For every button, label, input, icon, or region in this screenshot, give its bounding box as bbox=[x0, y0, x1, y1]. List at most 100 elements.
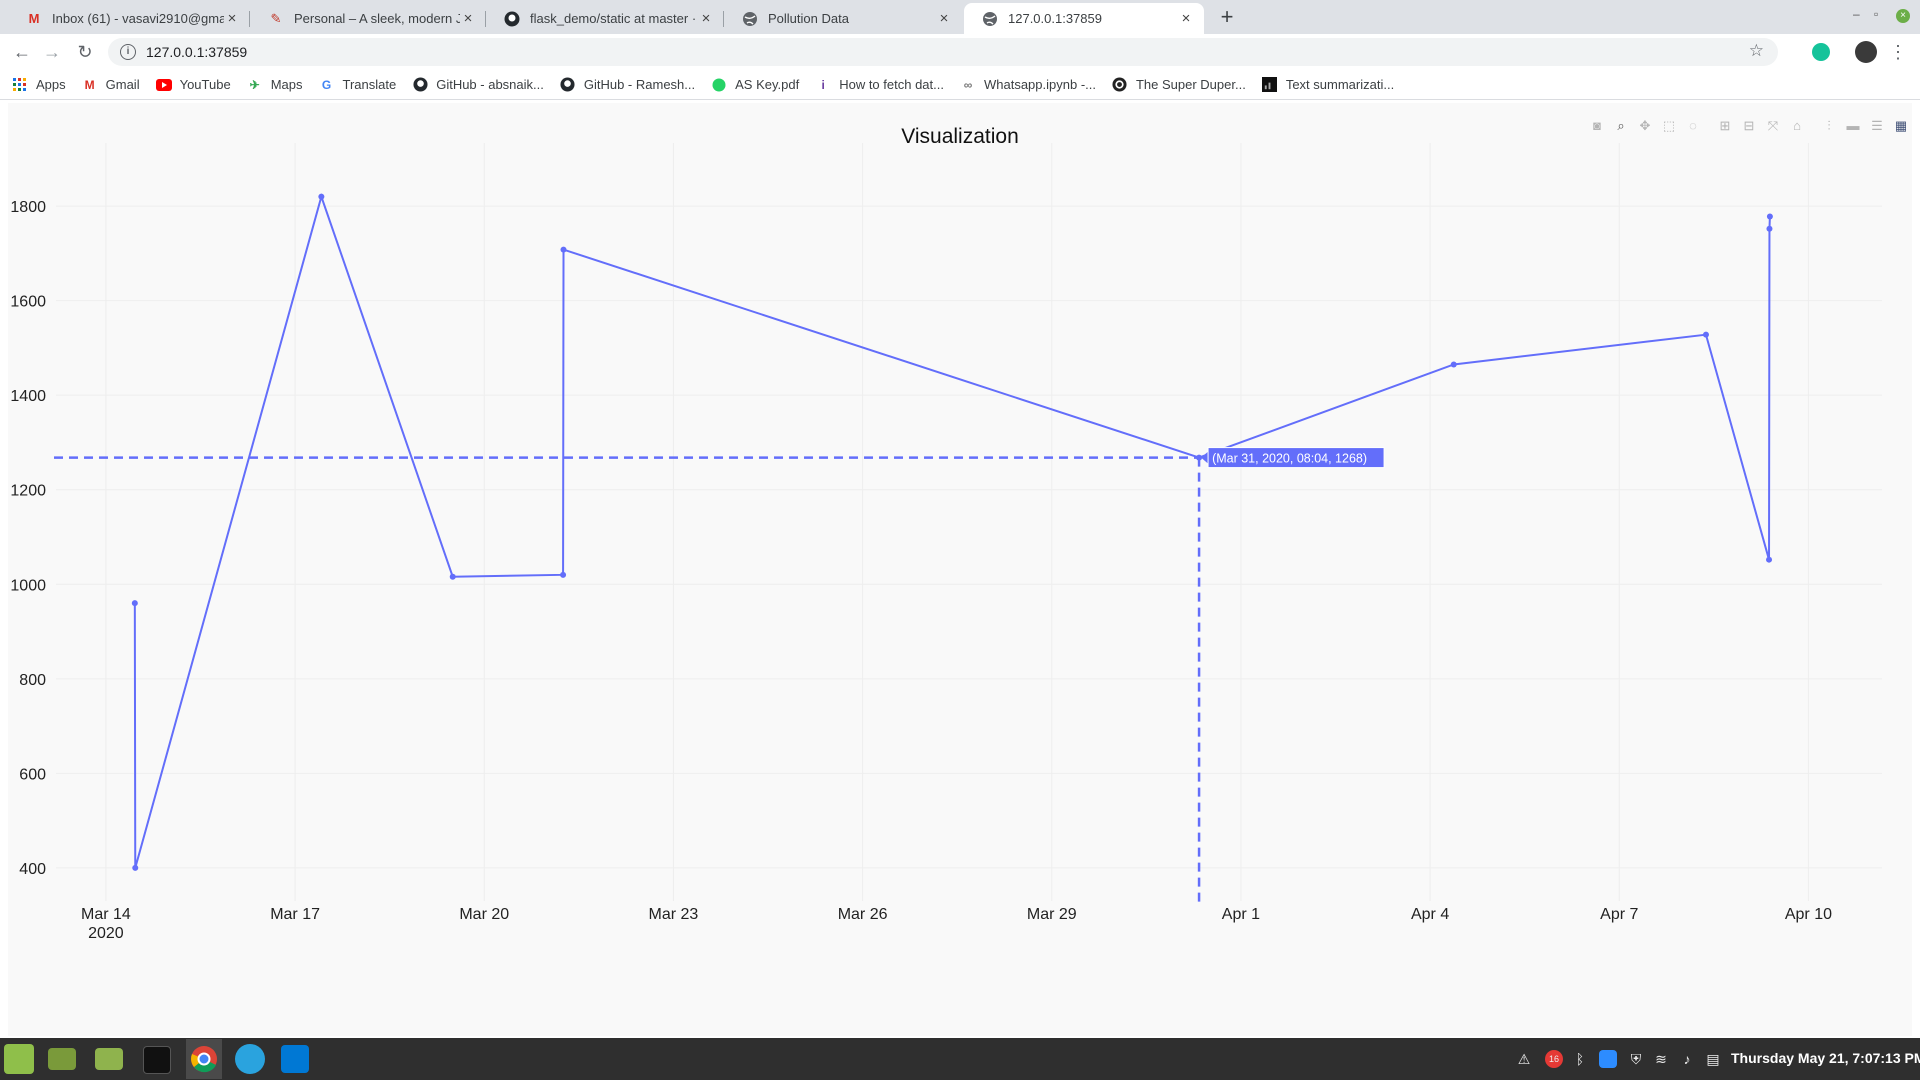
plotly-chart[interactable]: Visualization ◙ ⌕ ✥ ⬚ ◌ ⊞ ⊟ ⤧ ⌂ ⫶ ▬ ☰ ▦ 400 600 800 100… bbox=[8, 103, 1912, 1036]
bookmark-label: GitHub - absnaik... bbox=[436, 77, 544, 92]
restore-icon[interactable]: ▫ bbox=[1874, 7, 1878, 21]
bookmark-youtube[interactable]: YouTube bbox=[155, 77, 231, 93]
address-text[interactable]: 127.0.0.1:37859 bbox=[146, 44, 247, 60]
shield-icon[interactable]: ⛨ bbox=[1627, 1050, 1645, 1068]
warning-icon[interactable]: ⚠ bbox=[1515, 1050, 1533, 1068]
tab-title: Inbox (61) - vasavi2910@gmail.com bbox=[52, 11, 224, 26]
clock[interactable]: Thursday May 21, 7:07:13 PM bbox=[1731, 1050, 1920, 1066]
apps-grid-icon bbox=[12, 77, 28, 93]
close-icon[interactable]: × bbox=[936, 10, 952, 27]
new-tab-button[interactable]: + bbox=[1215, 5, 1239, 29]
data-point[interactable] bbox=[560, 571, 567, 578]
bookmark-as-key[interactable]: AS Key.pdf bbox=[711, 77, 799, 93]
telegram-icon[interactable] bbox=[235, 1044, 265, 1074]
y-tick-label: 600 bbox=[19, 766, 46, 783]
bookmarks-bar: Apps M Gmail YouTube ✈ Maps G Translate Git… bbox=[0, 70, 1920, 100]
bookmark-gmail[interactable]: M Gmail bbox=[82, 77, 140, 93]
bookmark-whatsapp-ipynb[interactable]: ∞ Whatsapp.ipynb -... bbox=[960, 77, 1096, 93]
maps-icon: ✈ bbox=[249, 77, 260, 92]
zoom-app-icon[interactable] bbox=[1599, 1050, 1617, 1068]
series-line[interactable] bbox=[133, 193, 1771, 869]
window-close-icon[interactable]: × bbox=[1896, 9, 1910, 23]
data-point[interactable] bbox=[449, 573, 456, 580]
close-icon[interactable]: × bbox=[698, 10, 714, 27]
tab-pollution-data[interactable]: Pollution Data × bbox=[724, 3, 962, 34]
files-icon[interactable] bbox=[95, 1048, 123, 1070]
y-tick-label: 1200 bbox=[10, 483, 46, 500]
close-icon[interactable]: × bbox=[1178, 10, 1194, 27]
x-tick-label: Mar 14 bbox=[81, 906, 131, 923]
x-tick-label: Apr 1 bbox=[1222, 906, 1260, 923]
data-point[interactable] bbox=[132, 864, 139, 871]
x-year-label: 2020 bbox=[88, 925, 124, 942]
data-point[interactable] bbox=[318, 193, 325, 200]
bookmark-text-summarization[interactable]: Text summarizati... bbox=[1262, 77, 1394, 93]
bookmark-label: How to fetch dat... bbox=[839, 77, 944, 92]
back-icon[interactable]: ← bbox=[10, 40, 34, 64]
bookmark-label: Maps bbox=[270, 77, 303, 92]
y-tick-label: 1800 bbox=[10, 199, 46, 216]
tab-gmail[interactable]: M Inbox (61) - vasavi2910@gmail.com × bbox=[8, 3, 250, 34]
taskbar: ⚠ 16 ᛒ ⛨ ≋ ♪ ▤ Thursday May 21, 7:07:13 … bbox=[0, 1038, 1920, 1080]
whatsapp-icon bbox=[711, 77, 727, 93]
terminal-app-icon bbox=[1262, 77, 1278, 93]
forward-icon[interactable]: → bbox=[40, 40, 64, 64]
clipboard-icon[interactable]: ▤ bbox=[1704, 1050, 1722, 1068]
tab-jekyll[interactable]: ✎ Personal – A sleek, modern Jekyll them… bbox=[250, 3, 486, 34]
close-icon[interactable]: × bbox=[460, 10, 476, 27]
bookmark-super-duper[interactable]: The Super Duper... bbox=[1112, 77, 1246, 93]
grammarly-icon[interactable] bbox=[1812, 43, 1830, 61]
data-point[interactable] bbox=[560, 246, 567, 253]
show-desktop-icon[interactable] bbox=[48, 1048, 76, 1070]
avatar[interactable] bbox=[1855, 41, 1877, 63]
volume-icon[interactable]: ♪ bbox=[1678, 1050, 1696, 1068]
vscode-icon[interactable] bbox=[281, 1045, 309, 1073]
data-point[interactable] bbox=[131, 600, 138, 607]
bookmark-translate[interactable]: G Translate bbox=[318, 77, 396, 93]
wifi-icon[interactable]: ≋ bbox=[1652, 1050, 1670, 1068]
x-tick-label: Mar 29 bbox=[1027, 906, 1077, 923]
browser-toolbar: ← → ↻ i 127.0.0.1:37859 ☆ ⋮ bbox=[0, 34, 1920, 70]
data-point[interactable] bbox=[1766, 225, 1773, 232]
tab-title: 127.0.0.1:37859 bbox=[1008, 11, 1102, 26]
github-icon bbox=[412, 77, 428, 93]
mint-menu-icon[interactable] bbox=[4, 1044, 34, 1074]
x-tick-label: Mar 20 bbox=[459, 906, 509, 923]
address-bar[interactable]: i 127.0.0.1:37859 ☆ bbox=[108, 38, 1778, 66]
data-point[interactable] bbox=[1702, 331, 1709, 338]
tab-github[interactable]: flask_demo/static at master · × bbox=[486, 3, 724, 34]
chrome-active-slot[interactable] bbox=[186, 1039, 222, 1079]
bookmark-label: Text summarizati... bbox=[1285, 77, 1395, 92]
hover-label: (Mar 31, 2020, 08:04, 1268) bbox=[1212, 452, 1367, 466]
tab-title: flask_demo/static at master · bbox=[530, 11, 697, 26]
x-tick-label: Apr 4 bbox=[1411, 906, 1449, 923]
y-tick-label: 800 bbox=[19, 672, 46, 689]
reload-icon[interactable]: ↻ bbox=[73, 40, 97, 64]
bookmark-apps[interactable]: Apps bbox=[12, 77, 66, 93]
bookmark-label: GitHub - Ramesh... bbox=[583, 77, 696, 92]
bookmark-star-icon[interactable]: ☆ bbox=[1749, 41, 1764, 61]
info-icon[interactable]: i bbox=[120, 44, 136, 60]
update-count: 16 bbox=[1548, 1054, 1559, 1064]
data-point[interactable] bbox=[1766, 556, 1773, 563]
x-tick-label: Mar 26 bbox=[838, 906, 888, 923]
chart-svg[interactable]: 400 600 800 1000 1200 1400 1600 1800 Mar 14 2020 M… bbox=[8, 103, 1912, 1036]
bookmark-github-ramesh[interactable]: GitHub - Ramesh... bbox=[560, 77, 695, 93]
bookmark-maps[interactable]: ✈ Maps bbox=[247, 77, 303, 93]
bookmark-github-absnaik[interactable]: GitHub - absnaik... bbox=[412, 77, 544, 93]
update-badge-icon[interactable]: 16 bbox=[1545, 1050, 1563, 1068]
close-icon[interactable]: × bbox=[224, 10, 240, 27]
bookmark-label: AS Key.pdf bbox=[735, 77, 800, 92]
x-tick-label: Mar 17 bbox=[270, 906, 320, 923]
bookmark-how-to-fetch[interactable]: i How to fetch dat... bbox=[815, 77, 944, 93]
data-point[interactable] bbox=[1766, 213, 1773, 220]
bluetooth-icon[interactable]: ᛒ bbox=[1571, 1050, 1589, 1068]
menu-kebab-icon[interactable]: ⋮ bbox=[1886, 40, 1910, 64]
minimize-icon[interactable]: – bbox=[1853, 7, 1860, 21]
translate-icon: G bbox=[321, 77, 332, 92]
terminal-icon[interactable] bbox=[143, 1046, 171, 1074]
y-tick-label: 1600 bbox=[10, 294, 46, 311]
x-tick-label: Apr 7 bbox=[1600, 906, 1638, 923]
data-point[interactable] bbox=[1450, 361, 1457, 368]
tab-localhost[interactable]: 127.0.0.1:37859 × bbox=[964, 3, 1204, 34]
